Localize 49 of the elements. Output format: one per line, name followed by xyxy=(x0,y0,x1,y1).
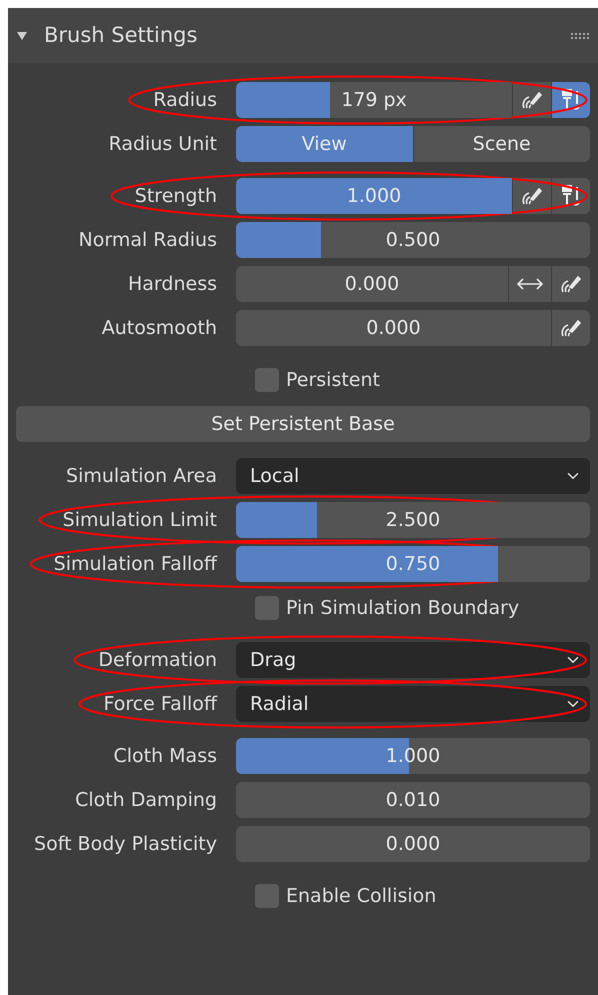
dropdown[interactable]: Drag xyxy=(236,642,590,678)
field-label: Simulation Falloff xyxy=(54,552,217,577)
segment-tab[interactable]: View xyxy=(236,126,412,162)
slider-value: 2.500 xyxy=(386,508,440,533)
toggle-button[interactable] xyxy=(552,310,590,346)
field-label: Soft Body Plasticity xyxy=(34,832,217,857)
checkbox-label: Enable Collision xyxy=(286,884,436,909)
field-label: Cloth Mass xyxy=(113,744,217,769)
field-label: Force Falloff xyxy=(103,692,217,717)
double-arrow-icon xyxy=(516,277,544,291)
value-slider[interactable]: 0.500 xyxy=(236,222,590,258)
pen-pressure-icon xyxy=(521,185,543,207)
field-label: Radius xyxy=(153,88,217,113)
slider-value: 179 px xyxy=(341,88,407,113)
field-label: Cloth Damping xyxy=(75,788,217,813)
field-label: Strength xyxy=(134,184,217,209)
field-label: Radius Unit xyxy=(108,132,217,157)
dropdown[interactable]: Radial xyxy=(236,686,590,722)
toggle-button[interactable] xyxy=(552,266,590,302)
checkbox-label: Pin Simulation Boundary xyxy=(286,596,520,621)
slider-value: 0.750 xyxy=(386,552,440,577)
field-label: Normal Radius xyxy=(78,228,217,253)
drag-grip-icon[interactable] xyxy=(570,32,592,40)
value-slider[interactable]: 1.000 xyxy=(236,178,512,214)
value-slider[interactable]: 2.500 xyxy=(236,502,590,538)
panel-header[interactable]: Brush Settings xyxy=(8,8,598,63)
toggle-button[interactable] xyxy=(509,266,551,302)
pen-pressure-icon xyxy=(560,273,582,295)
pen-pressure-icon xyxy=(560,317,582,339)
pen-pressure-icon xyxy=(521,89,543,111)
segment-tab[interactable]: Scene xyxy=(414,126,590,162)
checkbox[interactable] xyxy=(255,596,279,620)
field-label: Simulation Area xyxy=(66,464,217,489)
brush-icon xyxy=(560,184,582,208)
slider-value: 0.500 xyxy=(386,228,440,253)
slider-value: 1.000 xyxy=(346,184,402,209)
checkbox[interactable] xyxy=(255,884,279,908)
action-button[interactable]: Set Persistent Base xyxy=(16,406,590,442)
panel-title: Brush Settings xyxy=(44,22,198,49)
brush-icon xyxy=(560,88,582,112)
dropdown[interactable]: Local xyxy=(236,458,590,494)
value-slider[interactable]: 179 px xyxy=(236,82,512,118)
field-label: Simulation Limit xyxy=(62,508,217,533)
value-slider[interactable]: 0.750 xyxy=(236,546,590,582)
checkbox-label: Persistent xyxy=(286,368,380,393)
field-label: Deformation xyxy=(98,648,217,673)
field-label: Autosmooth xyxy=(102,316,217,341)
checkbox[interactable] xyxy=(255,368,279,392)
field-label: Hardness xyxy=(128,272,217,297)
